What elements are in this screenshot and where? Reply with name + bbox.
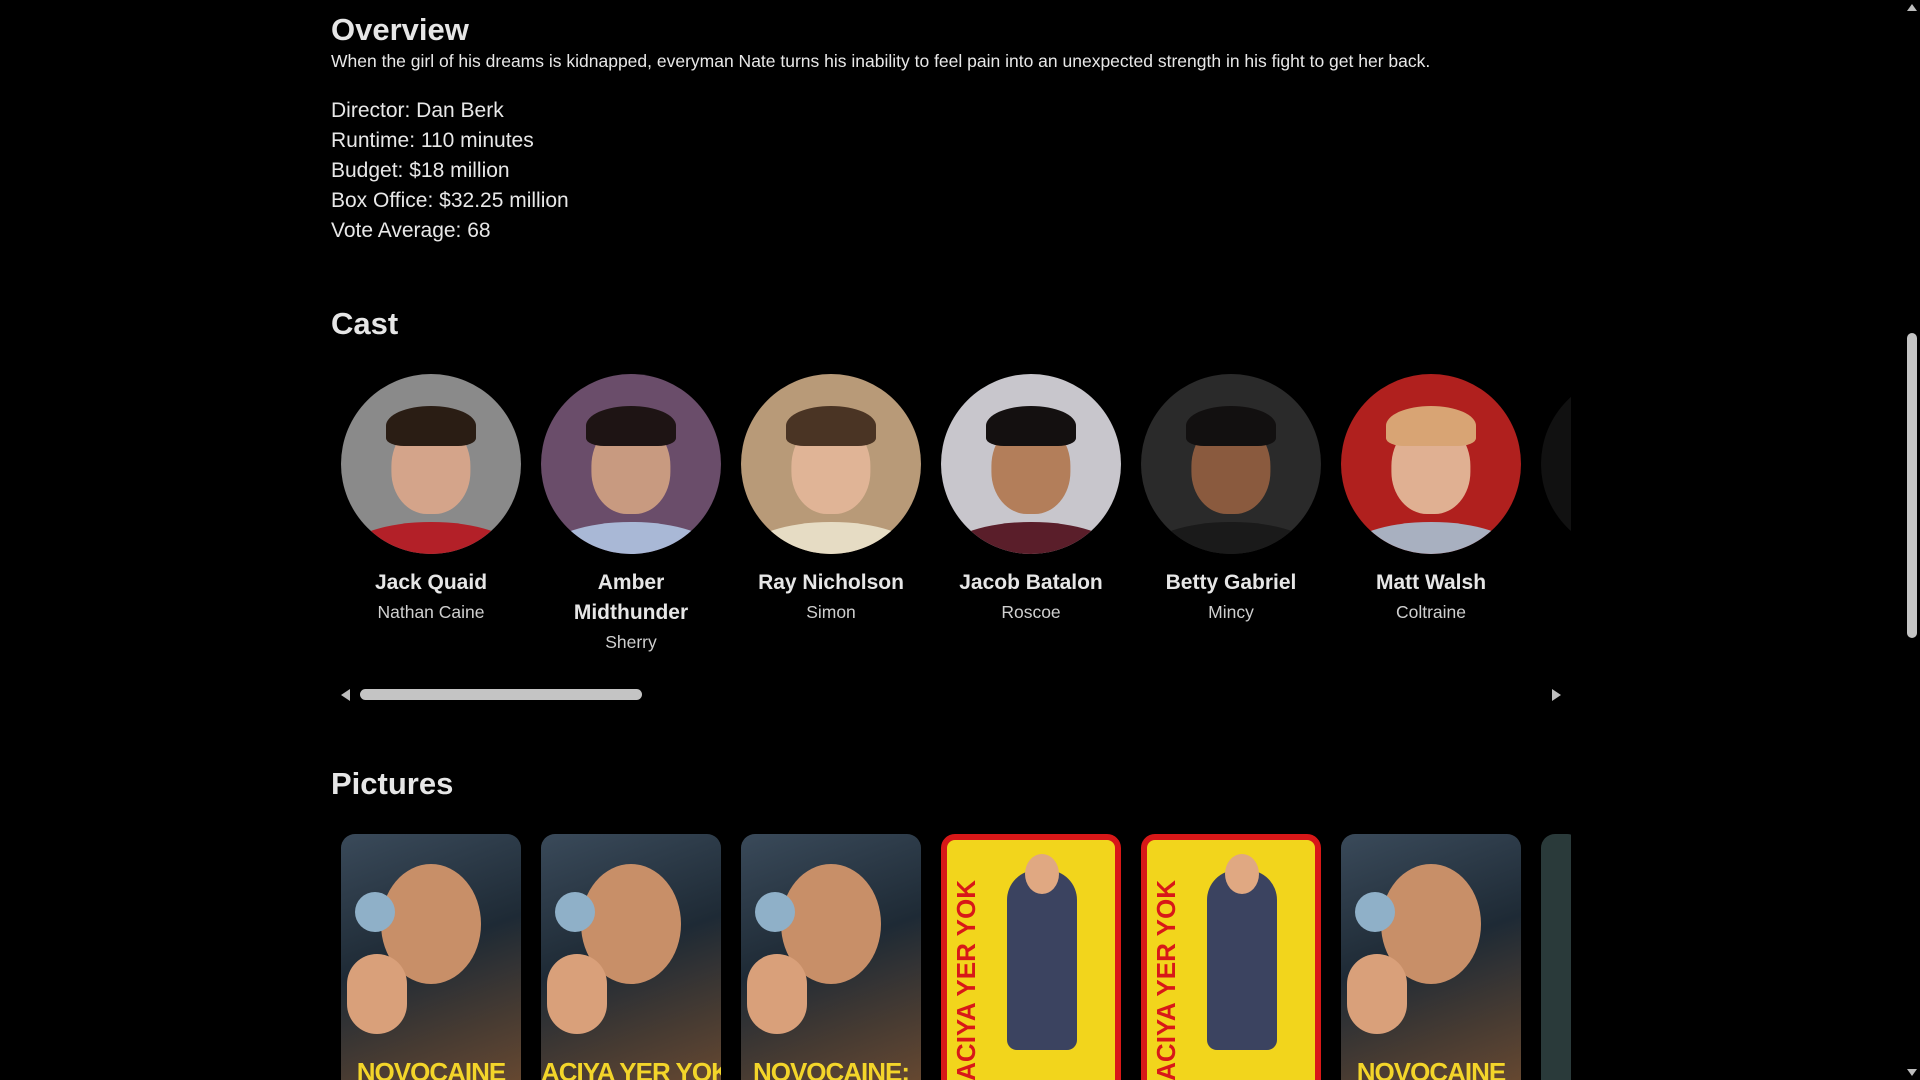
cast-card[interactable]: Matt Walsh Coltraine (1341, 374, 1521, 656)
cast-role: Mincy (1208, 602, 1254, 622)
cast-card-partial[interactable] (1541, 374, 1571, 656)
scroll-down-arrow-icon[interactable] (1907, 1069, 1917, 1076)
poster-image[interactable]: ACIYA YER YOK (1141, 834, 1321, 1080)
cast-card[interactable]: Ray Nicholson Simon (741, 374, 921, 656)
pictures-heading: Pictures (331, 766, 454, 801)
cast-card[interactable]: Amber Midthunder Sherry (541, 374, 721, 656)
poster-caption: ACIYA YER YOK (1151, 880, 1181, 1080)
cast-card[interactable]: Jack Quaid Nathan Caine (341, 374, 521, 656)
movie-facts: Director: Dan Berk Runtime: 110 minutes … (331, 96, 569, 246)
scroll-right-arrow-icon[interactable] (1552, 689, 1561, 701)
director-fact: Director: Dan Berk (331, 99, 504, 122)
cast-scrollbar-thumb[interactable] (360, 689, 642, 700)
cast-photo[interactable] (541, 374, 721, 554)
cast-photo[interactable] (1341, 374, 1521, 554)
cast-photo[interactable] (1141, 374, 1321, 554)
cast-heading: Cast (331, 306, 399, 341)
pictures-carousel[interactable]: NOVOCAINE ACIYA YER YOK NOVOCAINE: ACIYA YE… (331, 834, 1571, 1080)
cast-photo[interactable] (1541, 374, 1571, 554)
poster-image[interactable]: NOVOCAINE (1341, 834, 1521, 1080)
cast-card[interactable]: Betty Gabriel Mincy (1141, 374, 1321, 656)
cast-name: Jack Quaid (374, 571, 488, 594)
poster-image[interactable]: NOVOCAINE: (741, 834, 921, 1080)
cast-name: Betty Gabriel (1165, 571, 1297, 594)
cast-scrollbar[interactable] (341, 682, 1561, 706)
cast-role: Nathan Caine (377, 602, 485, 622)
overview-heading: Overview (331, 12, 469, 47)
scroll-left-arrow-icon[interactable] (341, 689, 350, 701)
cast-photo[interactable] (941, 374, 1121, 554)
cast-name: Matt Walsh (1375, 571, 1487, 594)
cast-photo[interactable] (741, 374, 921, 554)
cast-name: Ray Nicholson (758, 571, 904, 594)
poster-image[interactable]: ACIYA YER YOK (541, 834, 721, 1080)
vote-average-fact: Vote Average: 68 (331, 219, 491, 242)
cast-name: Jacob Batalon (959, 571, 1103, 594)
page-scrollbar-thumb[interactable] (1907, 333, 1917, 638)
cast-role: Simon (806, 602, 856, 622)
budget-fact: Budget: $18 million (331, 159, 510, 182)
poster-caption: NOVOCAINE (1356, 1057, 1506, 1080)
page-scrollbar[interactable] (1903, 0, 1920, 1080)
poster-image[interactable]: ACIYA YER YOK (941, 834, 1121, 1080)
overview-text: When the girl of his dreams is kidnapped… (331, 51, 1431, 71)
poster-caption: NOVOCAINE (356, 1057, 506, 1080)
cast-role: Sherry (605, 632, 657, 652)
poster-image-partial[interactable] (1541, 834, 1571, 1080)
cast-card[interactable]: Jacob Batalon Roscoe (941, 374, 1121, 656)
cast-name: Amber Midthunder (573, 571, 689, 624)
poster-image[interactable]: NOVOCAINE (341, 834, 521, 1080)
cast-carousel[interactable]: Jack Quaid Nathan Caine Amber Midthunder Sh… (331, 374, 1571, 664)
runtime-fact: Runtime: 110 minutes (331, 129, 534, 152)
cast-photo[interactable] (341, 374, 521, 554)
poster-caption: NOVOCAINE: (752, 1057, 910, 1080)
pictures-list: NOVOCAINE ACIYA YER YOK NOVOCAINE: ACIYA YE… (331, 834, 1571, 1080)
cast-role: Roscoe (1001, 602, 1061, 622)
poster-caption: ACIYA YER YOK (541, 1057, 721, 1080)
box-office-fact: Box Office: $32.25 million (331, 189, 569, 212)
cast-list: Jack Quaid Nathan Caine Amber Midthunder Sh… (331, 374, 1571, 656)
poster-caption: ACIYA YER YOK (951, 880, 981, 1080)
scroll-up-arrow-icon[interactable] (1907, 4, 1917, 11)
cast-role: Coltraine (1395, 602, 1467, 622)
